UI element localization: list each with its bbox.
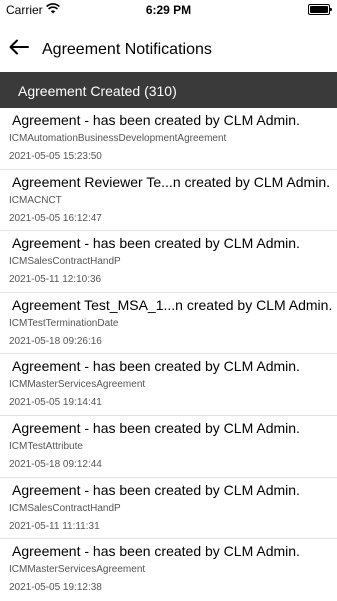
item-timestamp: 2021-05-18 09:26:16 [9,335,102,347]
item-title: Agreement Reviewer Te...n created by CLM… [12,173,331,190]
battery-icon [308,4,332,15]
section-header-label: Agreement Created (310) [18,83,177,99]
list-item[interactable]: Agreement - has been created by CLM Admi… [0,231,337,293]
list-item[interactable]: Agreement - has been created by CLM Admi… [0,539,337,601]
item-title: Agreement - has been created by CLM Admi… [12,358,300,375]
navigation-bar: Agreement Notifications [0,20,337,72]
item-subtitle: ICMACNCT [9,194,62,206]
item-subtitle: ICMAutomationBusinessDevelopmentAgreemen… [9,133,227,144]
item-timestamp: 2021-05-18 09:12:44 [9,458,102,470]
status-bar: Carrier 6:29 PM [0,0,337,20]
item-title: Agreement - has been created by CLM Admi… [12,235,300,252]
item-subtitle: ICMTestAttribute [9,440,83,452]
list-item[interactable]: Agreement Test_MSA_1...n created by CLM … [0,293,337,355]
item-subtitle: ICMSalesContractHandP [9,256,121,268]
list-item[interactable]: Agreement - has been created by CLM Admi… [0,354,337,416]
item-timestamp: 2021-05-11 12:10:36 [9,274,102,286]
back-arrow-icon [9,39,29,55]
item-title: Agreement Test_MSA_1...n created by CLM … [12,296,333,313]
section-header: Agreement Created (310) [0,72,337,108]
item-timestamp: 2021-05-05 16:12:47 [9,212,102,224]
notification-list: Agreement - has been created by CLM Admi… [0,108,337,601]
item-title: Agreement - has been created by CLM Admi… [12,543,300,560]
clock: 6:29 PM [145,3,192,17]
item-title: Agreement - has been created by CLM Admi… [12,481,300,498]
page-title: Agreement Notifications [42,41,212,58]
item-timestamp: 2021-05-11 11:11:31 [9,520,100,532]
item-subtitle: ICMMasterServicesAgreement [9,564,146,576]
list-item[interactable]: Agreement - has been created by CLM Admi… [0,478,337,540]
list-item[interactable]: Agreement - has been created by CLM Admi… [0,416,337,478]
item-title: Agreement - has been created by CLM Admi… [12,419,300,436]
item-timestamp: 2021-05-05 15:23:50 [9,151,102,162]
back-button[interactable] [6,34,32,60]
item-subtitle: ICMMasterServicesAgreement [9,379,146,391]
list-item[interactable]: Agreement Reviewer Te...n created by CLM… [0,170,337,232]
item-subtitle: ICMSalesContractHandP [9,502,121,514]
item-timestamp: 2021-05-05 19:14:41 [9,397,102,409]
item-title: Agreement - has been created by CLM Admi… [12,112,300,128]
item-subtitle: ICMTestTerminationDate [9,317,119,329]
item-timestamp: 2021-05-05 19:12:38 [9,582,102,594]
list-item[interactable]: Agreement - has been created by CLM Admi… [0,108,337,170]
